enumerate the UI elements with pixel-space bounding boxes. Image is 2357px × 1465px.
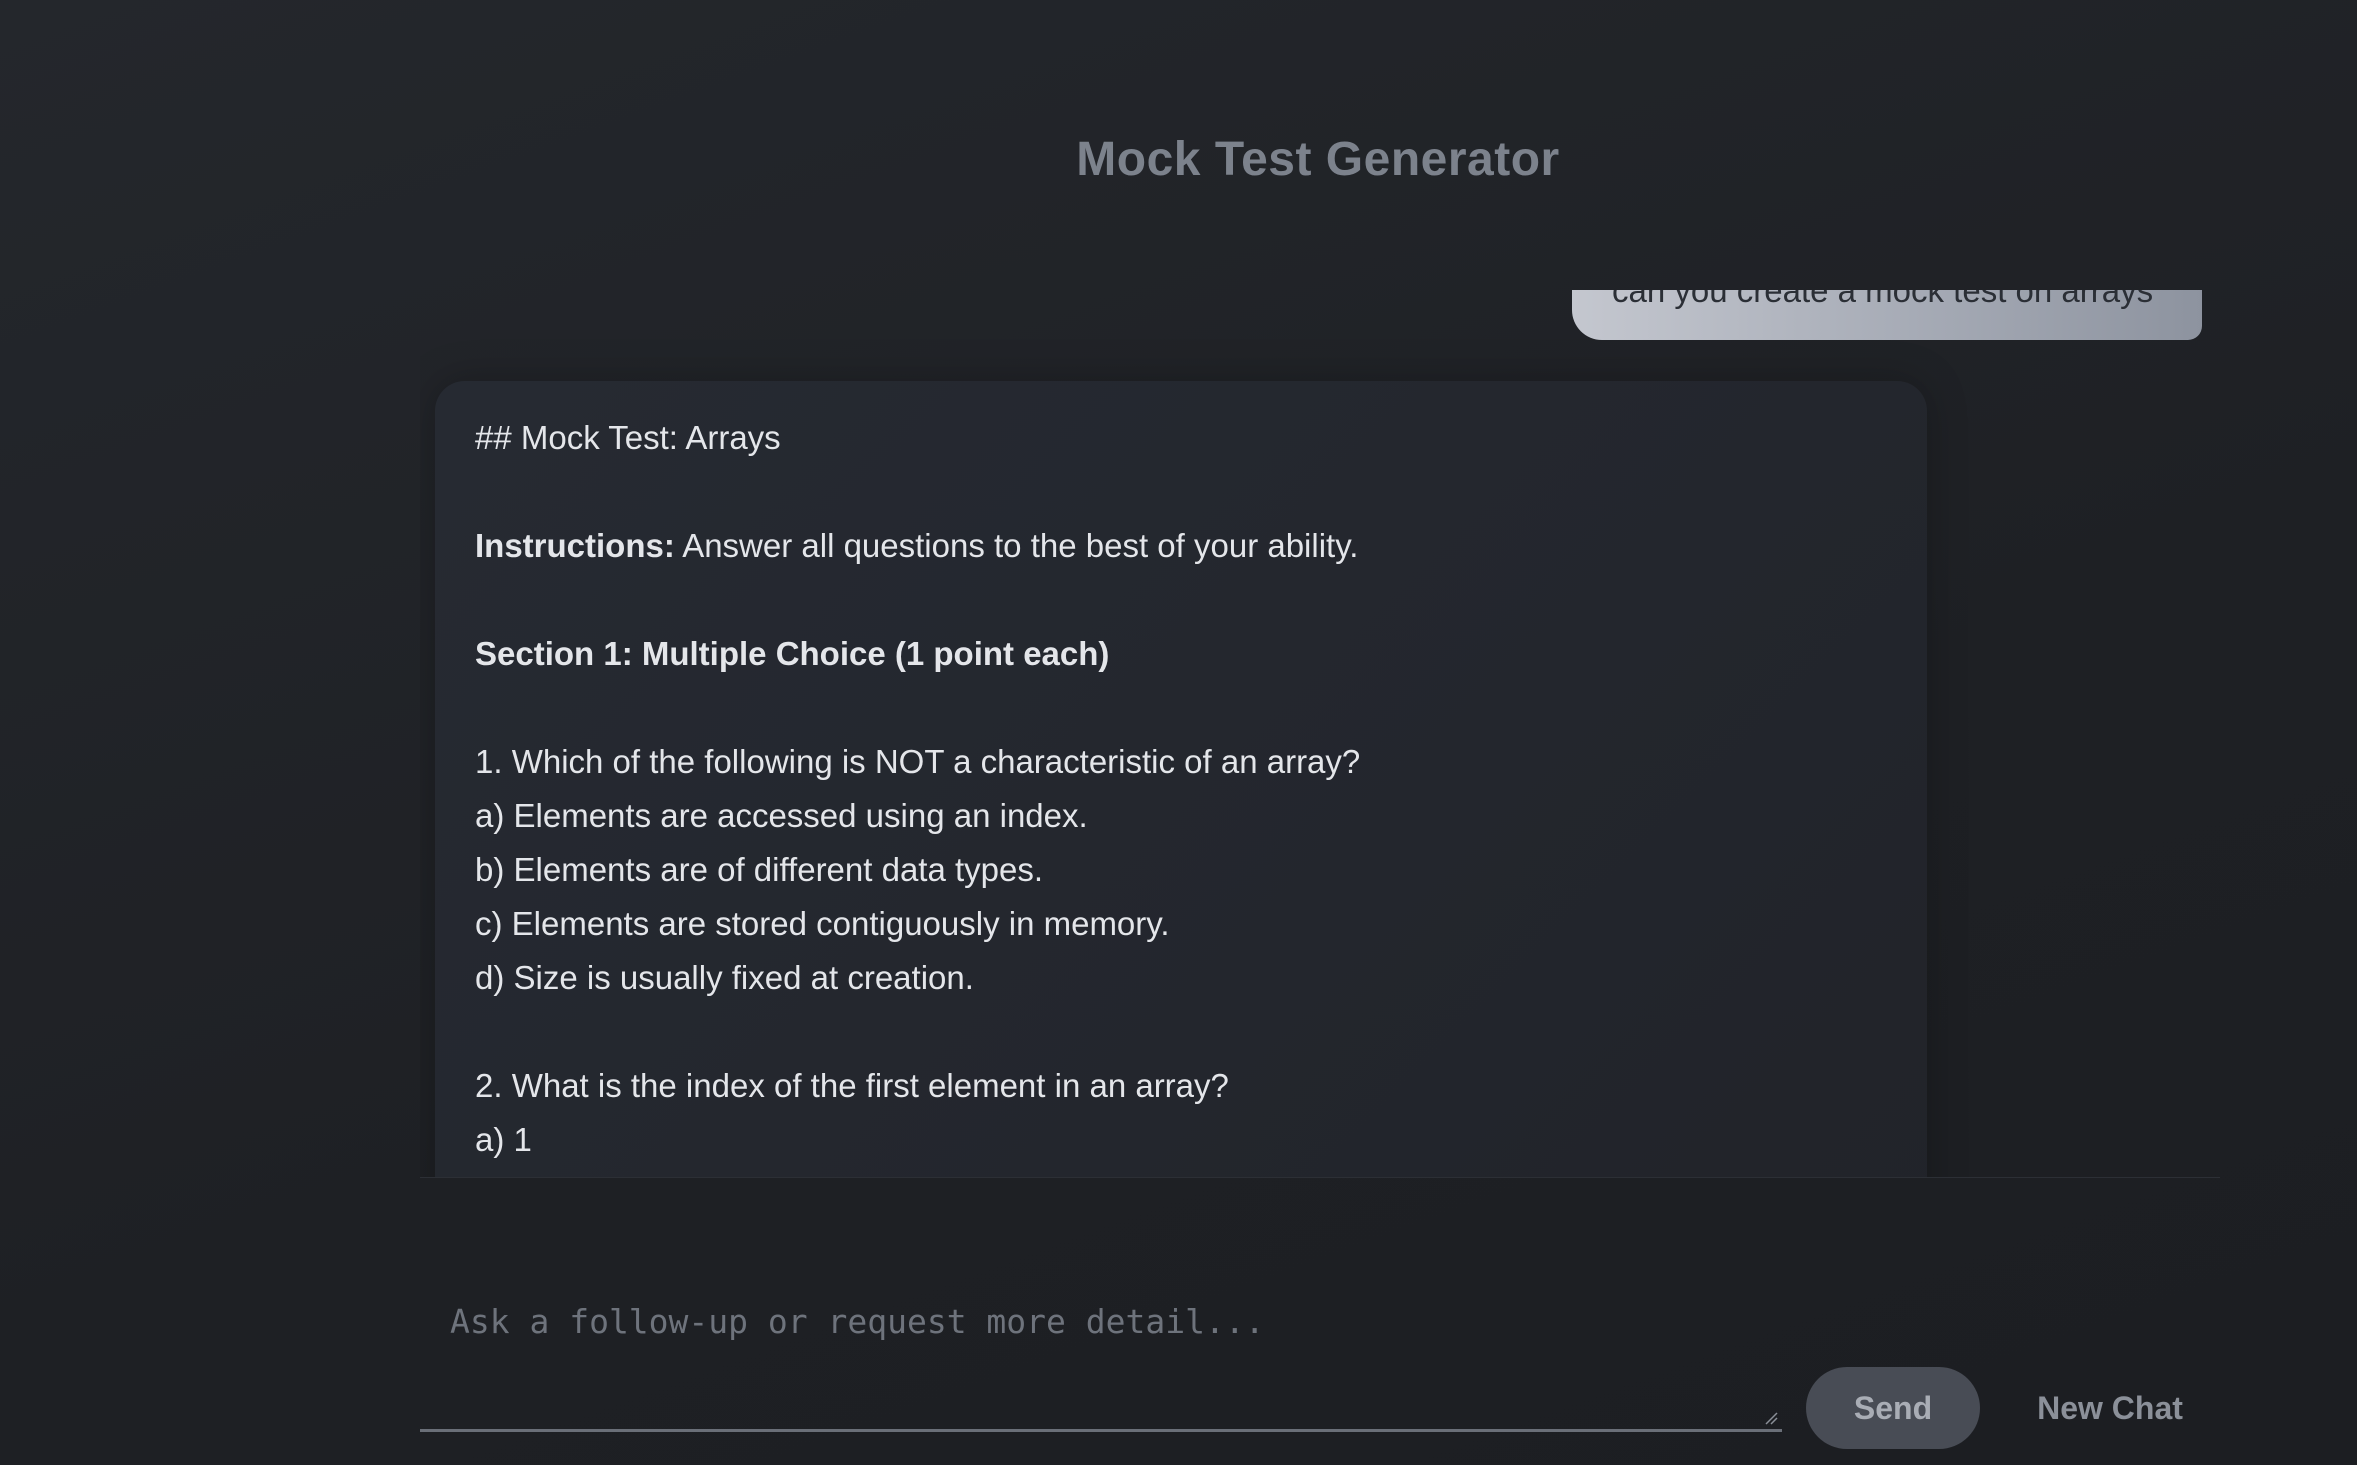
question-1-option-d: d) Size is usually fixed at creation.: [475, 959, 974, 996]
question-1-option-b: b) Elements are of different data types.: [475, 851, 1044, 888]
question-2: 2. What is the index of the first elemen…: [475, 1067, 1229, 1104]
assistant-message-card: ## Mock Test: Arrays Instructions: Answe…: [435, 381, 1927, 1178]
mock-test-heading: ## Mock Test: Arrays: [475, 419, 781, 456]
section-title-text: Section 1: Multiple Choice (1 point each…: [475, 635, 1110, 672]
question-1: 1. Which of the following is NOT a chara…: [475, 743, 1361, 780]
composer-divider: [420, 1177, 2220, 1178]
page-title: Mock Test Generator: [1076, 133, 1560, 186]
question-2-option-a: a) 1: [475, 1121, 532, 1158]
message-composer: [420, 1290, 1782, 1432]
send-button[interactable]: Send: [1806, 1367, 1980, 1449]
chat-transcript[interactable]: can you create a mock test on arrays ## …: [420, 290, 2220, 1178]
resize-grip-icon[interactable]: [1764, 1411, 1778, 1425]
instructions-label: Instructions:: [475, 527, 675, 564]
section-title: Section 1: Multiple Choice (1 point each…: [475, 627, 1887, 681]
question-1-option-c: c) Elements are stored contiguously in m…: [475, 905, 1170, 942]
question-1-option-a: a) Elements are accessed using an index.: [475, 797, 1088, 834]
user-message-bubble: can you create a mock test on arrays: [1572, 290, 2202, 340]
follow-up-input[interactable]: [420, 1290, 1782, 1429]
instructions-text: Answer all questions to the best of your…: [674, 527, 1359, 564]
new-chat-button[interactable]: New Chat: [2010, 1367, 2210, 1449]
app-root: Mock Test Generator can you create a moc…: [0, 0, 2357, 1465]
instructions-line: Instructions: Answer all questions to th…: [475, 519, 1887, 573]
